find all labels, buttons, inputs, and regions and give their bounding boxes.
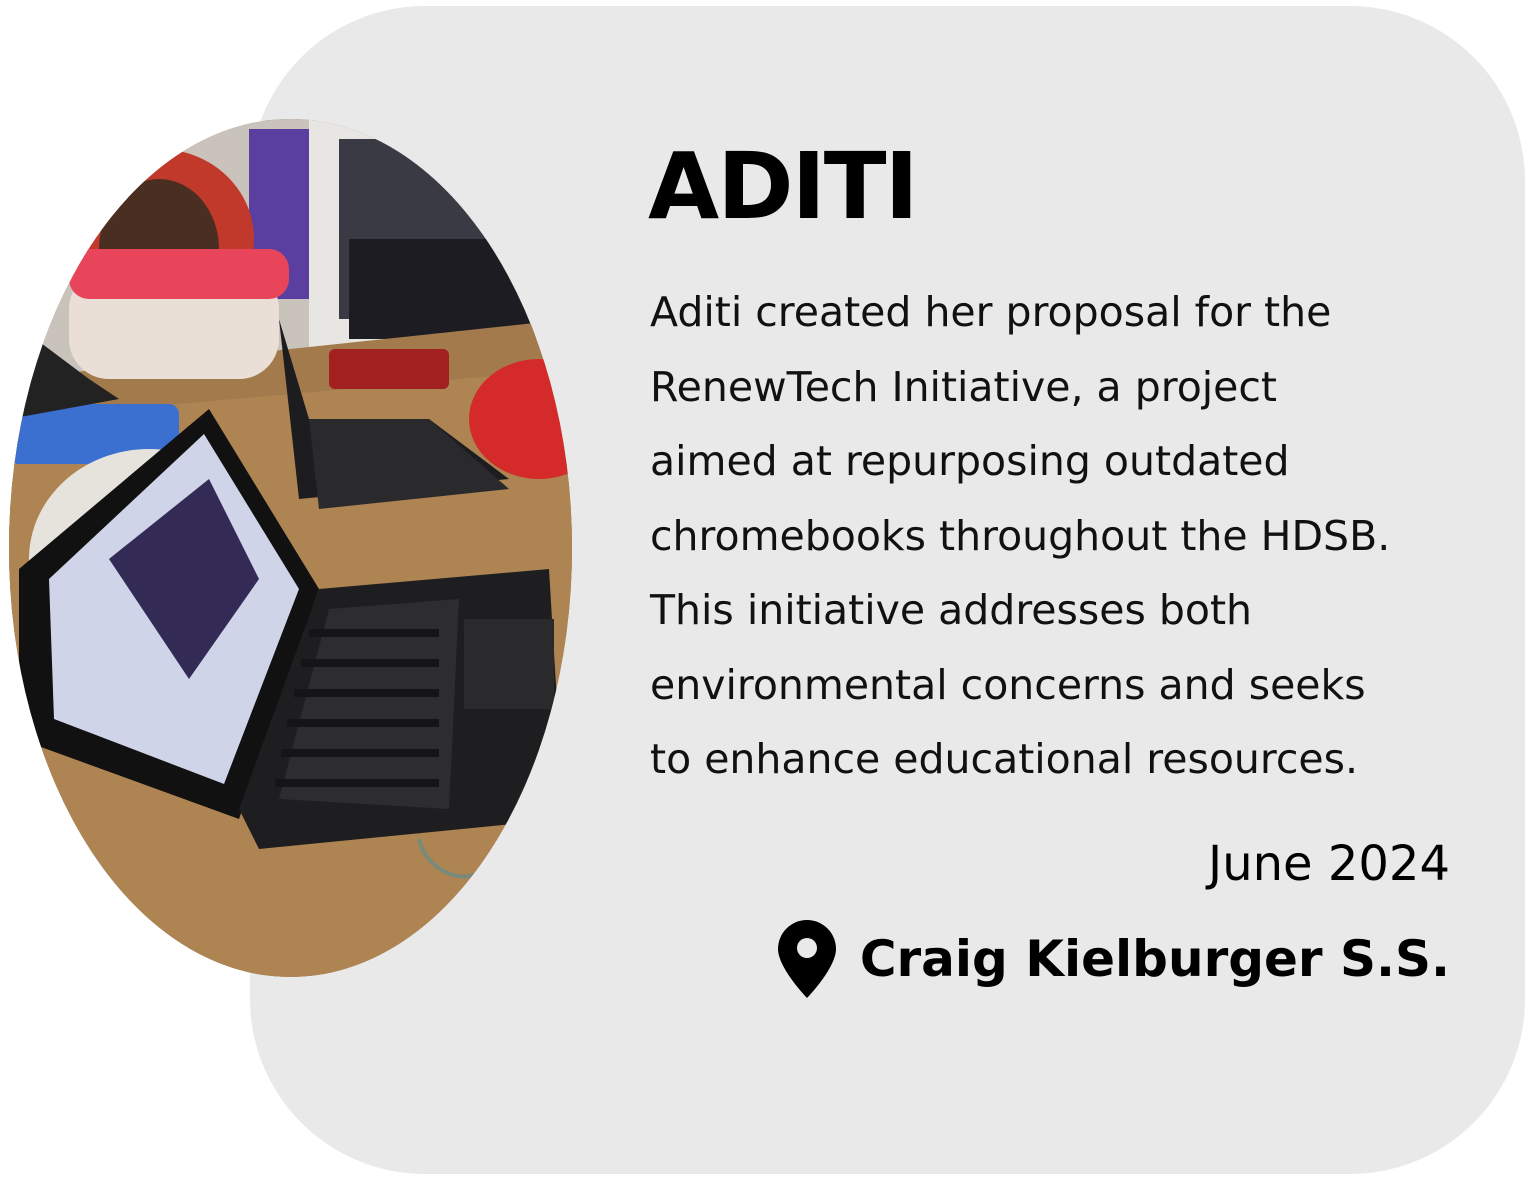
school-name: Craig Kielburger S.S. bbox=[859, 930, 1450, 988]
description-line: to enhance educational resources. bbox=[650, 735, 1359, 783]
student-name: ADITI bbox=[648, 133, 919, 240]
project-date: June 2024 bbox=[1208, 836, 1450, 892]
school-location: Craig Kielburger S.S. bbox=[776, 918, 1450, 1000]
description-line: RenewTech Initiative, a project bbox=[650, 362, 1278, 411]
description-line: Aditi created her proposal for the bbox=[650, 288, 1332, 336]
description-line: environmental concerns and seeks bbox=[650, 660, 1366, 709]
description-line: This initiative addresses both bbox=[650, 586, 1253, 634]
project-description: Aditi created her proposal for the Renew… bbox=[650, 275, 1480, 797]
map-pin-icon bbox=[777, 920, 836, 998]
classroom-laptops-photo bbox=[9, 119, 572, 977]
description-line: aimed at repurposing outdated bbox=[650, 437, 1290, 485]
description-line: chromebooks throughout the HDSB. bbox=[650, 511, 1391, 560]
